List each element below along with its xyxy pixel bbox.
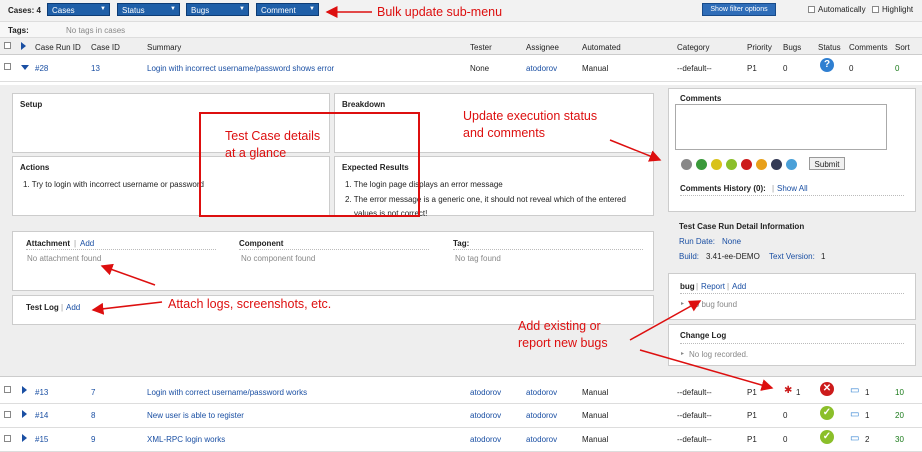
bugs-annotation: report new bugs <box>518 336 608 350</box>
update-annotation: Update execution status <box>463 109 598 123</box>
details-annotation: Test Case details <box>225 129 321 143</box>
bulk-annotation: Bulk update sub-menu <box>377 5 503 19</box>
bugs-annotation: Add existing or <box>518 319 601 333</box>
annotation-overlay <box>91 6 774 391</box>
update-arrow <box>609 139 662 162</box>
attach-annotation: Attach logs, screenshots, etc. <box>168 297 332 311</box>
update-annotation: and comments <box>463 126 545 140</box>
attach-arrow-1 <box>100 263 156 286</box>
bugs-arrow-1 <box>629 300 702 341</box>
details-annotation: at a glance <box>225 146 287 160</box>
bugs-arrow-2 <box>639 349 774 391</box>
attach-arrow-2 <box>91 301 163 315</box>
